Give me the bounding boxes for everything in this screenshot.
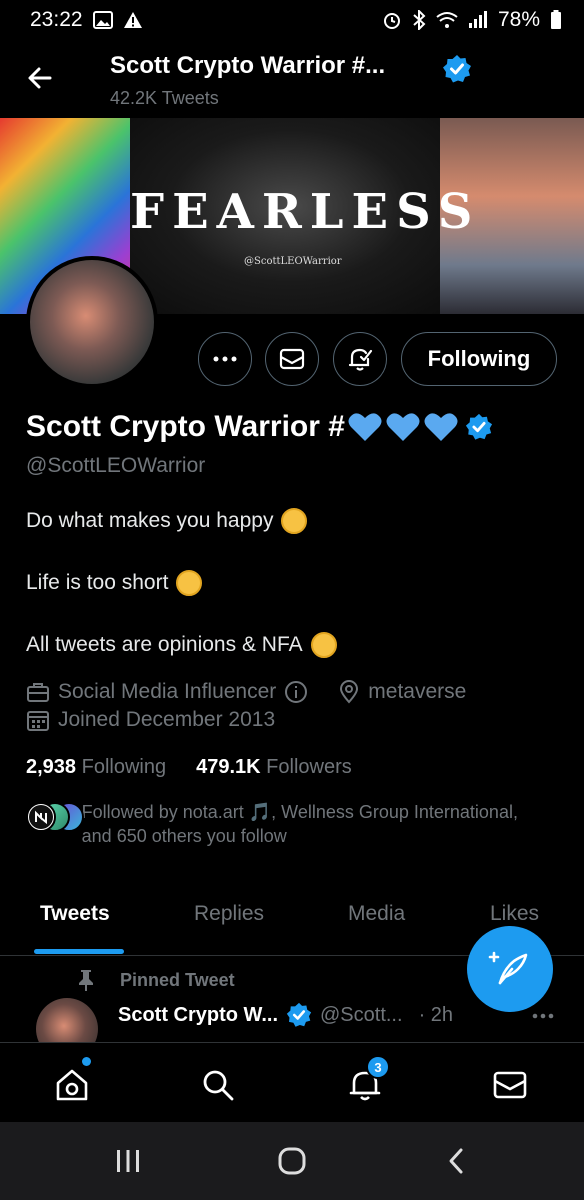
- back-system-button[interactable]: [436, 1144, 476, 1178]
- more-dots-icon: [532, 1013, 554, 1019]
- bio-line: Do what makes you happy: [26, 508, 308, 534]
- chevron-left-icon: [449, 1148, 463, 1174]
- home-icon: [56, 1069, 88, 1101]
- bio-text: Do what makes you happy: [26, 509, 274, 532]
- wifi-icon: [436, 11, 458, 29]
- nav-home[interactable]: [52, 1065, 92, 1105]
- profile-handle: @ScottLEOWarrior: [26, 454, 206, 477]
- tweet-header: Scott Crypto W... @Scott... · 2h: [118, 1002, 453, 1028]
- info-icon[interactable]: [284, 680, 308, 704]
- blue-heart-icon: [386, 413, 420, 441]
- followers-label: Followers: [266, 756, 352, 778]
- followed-by-text: Followed by nota.art 🎵, Wellness Group I…: [81, 802, 518, 846]
- battery-percent: 78%: [497, 8, 540, 31]
- calendar-icon: [27, 711, 49, 731]
- warning-icon: [123, 11, 143, 29]
- followers-link[interactable]: 479.1K Followers: [196, 756, 352, 779]
- profile-meta-row: Joined December 2013: [26, 708, 275, 732]
- saluting-face-emoji-icon: [310, 632, 337, 658]
- briefcase-icon: [27, 683, 49, 702]
- blue-heart-icon: [424, 413, 458, 441]
- notification-count-badge: 3: [366, 1055, 390, 1079]
- pinned-tweet-label: Pinned Tweet: [76, 968, 235, 992]
- bluetooth-icon: [412, 10, 426, 30]
- tab-tweets[interactable]: Tweets: [40, 902, 110, 926]
- bottom-navigation: 3: [0, 1042, 584, 1122]
- nav-search[interactable]: [198, 1065, 238, 1105]
- tweet-more-button[interactable]: [532, 1002, 554, 1025]
- profile-header-bar: Scott Crypto Warrior #... 42.2K Tweets: [0, 40, 584, 118]
- status-bar: 23:22 78%: [0, 0, 584, 40]
- message-button[interactable]: [265, 332, 319, 386]
- profile-avatar[interactable]: [26, 256, 158, 388]
- following-link[interactable]: 2,938 Following: [26, 756, 166, 779]
- blue-heart-icon: [348, 413, 382, 441]
- tab-replies[interactable]: Replies: [194, 902, 264, 926]
- status-time: 23:22: [30, 8, 83, 31]
- envelope-icon: [493, 1071, 527, 1099]
- tab-media[interactable]: Media: [348, 902, 405, 926]
- bio-line: Life is too short: [26, 570, 203, 596]
- verified-badge-icon: [442, 54, 472, 89]
- joined-date: Joined December 2013: [58, 708, 276, 731]
- tweet-handle: @Scott...: [320, 1003, 403, 1026]
- bio-line: All tweets are opinions & NFA: [26, 632, 337, 658]
- following-count: 2,938: [26, 756, 77, 778]
- profile-display-name: Scott Crypto Warrior #: [26, 410, 493, 444]
- bio-text: All tweets are opinions & NFA: [26, 633, 303, 656]
- compose-tweet-button[interactable]: [467, 926, 553, 1012]
- pinned-label-text: Pinned Tweet: [120, 969, 235, 990]
- search-icon: [203, 1070, 234, 1101]
- bell-check-icon: [348, 348, 373, 371]
- saluting-face-emoji-icon: [281, 508, 308, 534]
- more-options-button[interactable]: [198, 332, 252, 386]
- more-dots-icon: [213, 356, 237, 362]
- home-system-button[interactable]: [272, 1144, 312, 1178]
- pin-icon: [79, 970, 93, 991]
- banner-title: FEARLESS: [130, 184, 481, 240]
- profile-meta-row: Social Media Influencer metaverse: [26, 680, 466, 704]
- followers-count: 479.1K: [196, 756, 261, 778]
- profile-location: metaverse: [338, 680, 466, 704]
- active-tab-indicator: [34, 949, 124, 954]
- home-unread-dot: [82, 1057, 91, 1066]
- arrow-left-icon: [28, 67, 52, 89]
- header-name: Scott Crypto Warrior #...: [110, 52, 386, 79]
- verified-badge-icon: [286, 1002, 312, 1027]
- alarm-icon: [382, 10, 402, 30]
- tweet-time: · 2h: [418, 1003, 454, 1026]
- location-text: metaverse: [368, 680, 467, 703]
- notifications-toggle-button[interactable]: [333, 332, 387, 386]
- following-label: Following: [81, 756, 167, 778]
- avatar: [26, 802, 56, 832]
- following-button[interactable]: Following: [401, 332, 557, 386]
- nav-messages[interactable]: [490, 1065, 530, 1105]
- compose-feather-icon: [488, 951, 528, 985]
- battery-icon: [550, 10, 562, 30]
- follow-stats: 2,938 Following 479.1K Followers: [26, 756, 352, 779]
- tweet-author[interactable]: Scott Crypto W...: [118, 1004, 278, 1027]
- system-navigation-bar: [0, 1122, 584, 1200]
- signal-icon: [468, 11, 488, 29]
- followed-by-row[interactable]: Followed by nota.art 🎵, Wellness Group I…: [26, 800, 546, 848]
- tweet-count: 42.2K Tweets: [110, 88, 219, 108]
- tab-likes[interactable]: Likes: [490, 902, 539, 926]
- back-button[interactable]: [24, 62, 56, 94]
- display-name-text: Scott Crypto Warrior #: [26, 410, 345, 443]
- mutual-followers-avatars: [26, 802, 84, 834]
- image-icon: [92, 11, 113, 29]
- recent-apps-button[interactable]: [108, 1144, 148, 1178]
- envelope-icon: [279, 348, 305, 370]
- home-system-icon: [278, 1147, 306, 1175]
- smiling-face-emoji-icon: [176, 570, 203, 596]
- recent-apps-icon: [117, 1150, 139, 1172]
- profile-category: Social Media Influencer: [58, 680, 277, 703]
- verified-badge-icon: [465, 413, 493, 440]
- location-pin-icon: [340, 680, 359, 704]
- banner-handle: @ScottLEOWarrior: [244, 256, 342, 267]
- bio-text: Life is too short: [26, 571, 169, 594]
